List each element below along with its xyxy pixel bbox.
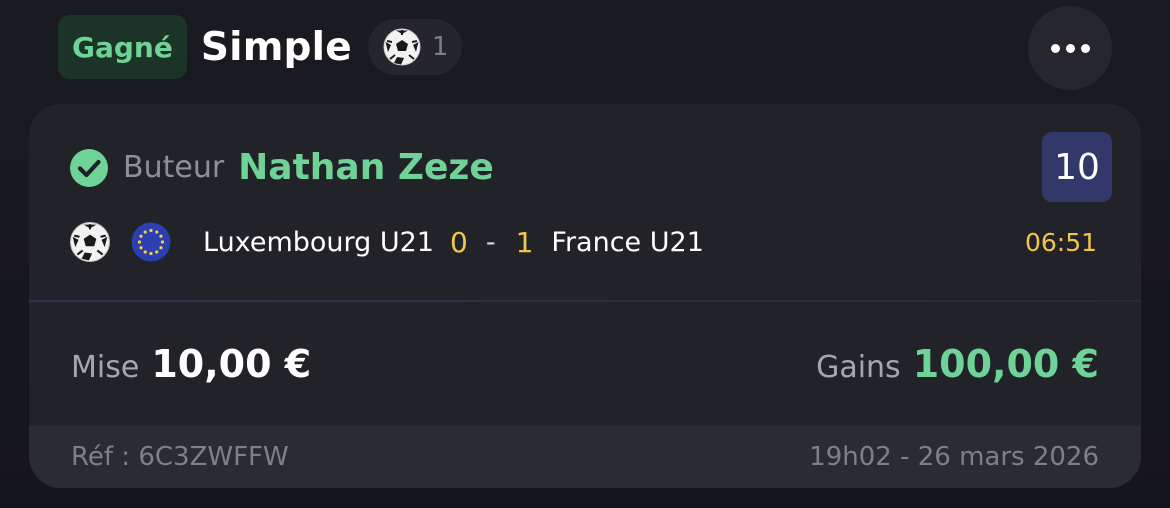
eu-flag-icon xyxy=(131,222,171,262)
more-dot xyxy=(1080,43,1090,53)
away-team: France U21 xyxy=(551,226,704,258)
score-separator: - xyxy=(485,226,496,258)
match-time: 06:51 xyxy=(1024,227,1097,257)
away-score: 1 xyxy=(515,225,534,259)
more-options-button[interactable] xyxy=(1028,6,1112,90)
match-row[interactable]: Luxembourg U21 0 - 1 France U21 06:51 xyxy=(69,218,1109,266)
home-score: 0 xyxy=(449,225,468,259)
check-circle-icon xyxy=(70,148,108,187)
bet-page: Gagné Simple 1 Buteur Nathan Zeze 10 Lux… xyxy=(0,0,1170,508)
stake-label: Mise xyxy=(71,350,140,385)
bet-type-title: Simple xyxy=(200,24,352,70)
selection-count-pill: 1 xyxy=(367,19,463,75)
soccer-ball-icon xyxy=(70,222,110,262)
stake-gains-row: Mise 10,00 € Gains 100,00 € xyxy=(71,342,1099,394)
bet-reference: Réf : 6C3ZWFFW xyxy=(71,442,289,472)
selection-count: 1 xyxy=(431,32,449,62)
stake-value: 10,00 € xyxy=(151,342,312,386)
selection-name: Nathan Zeze xyxy=(238,147,494,188)
status-badge: Gagné xyxy=(58,15,187,79)
card-divider xyxy=(29,300,1141,302)
bet-card[interactable]: Buteur Nathan Zeze 10 Luxembourg U21 0 -… xyxy=(29,104,1141,488)
more-horizontal-icon xyxy=(1050,43,1060,53)
more-dot xyxy=(1065,43,1075,53)
gains-group: Gains 100,00 € xyxy=(816,342,1099,386)
odds-badge: 10 xyxy=(1042,132,1112,202)
gains-value: 100,00 € xyxy=(912,342,1099,386)
market-label: Buteur xyxy=(123,150,225,185)
bet-date: 19h02 - 26 mars 2026 xyxy=(809,442,1099,472)
card-footer: Réf : 6C3ZWFFW 19h02 - 26 mars 2026 xyxy=(29,426,1141,488)
home-team: Luxembourg U21 xyxy=(203,226,434,258)
bet-header: Gagné Simple 1 xyxy=(58,14,463,80)
gains-label: Gains xyxy=(816,350,901,385)
selection-row: Buteur Nathan Zeze xyxy=(69,147,494,188)
soccer-ball-icon xyxy=(383,28,421,66)
